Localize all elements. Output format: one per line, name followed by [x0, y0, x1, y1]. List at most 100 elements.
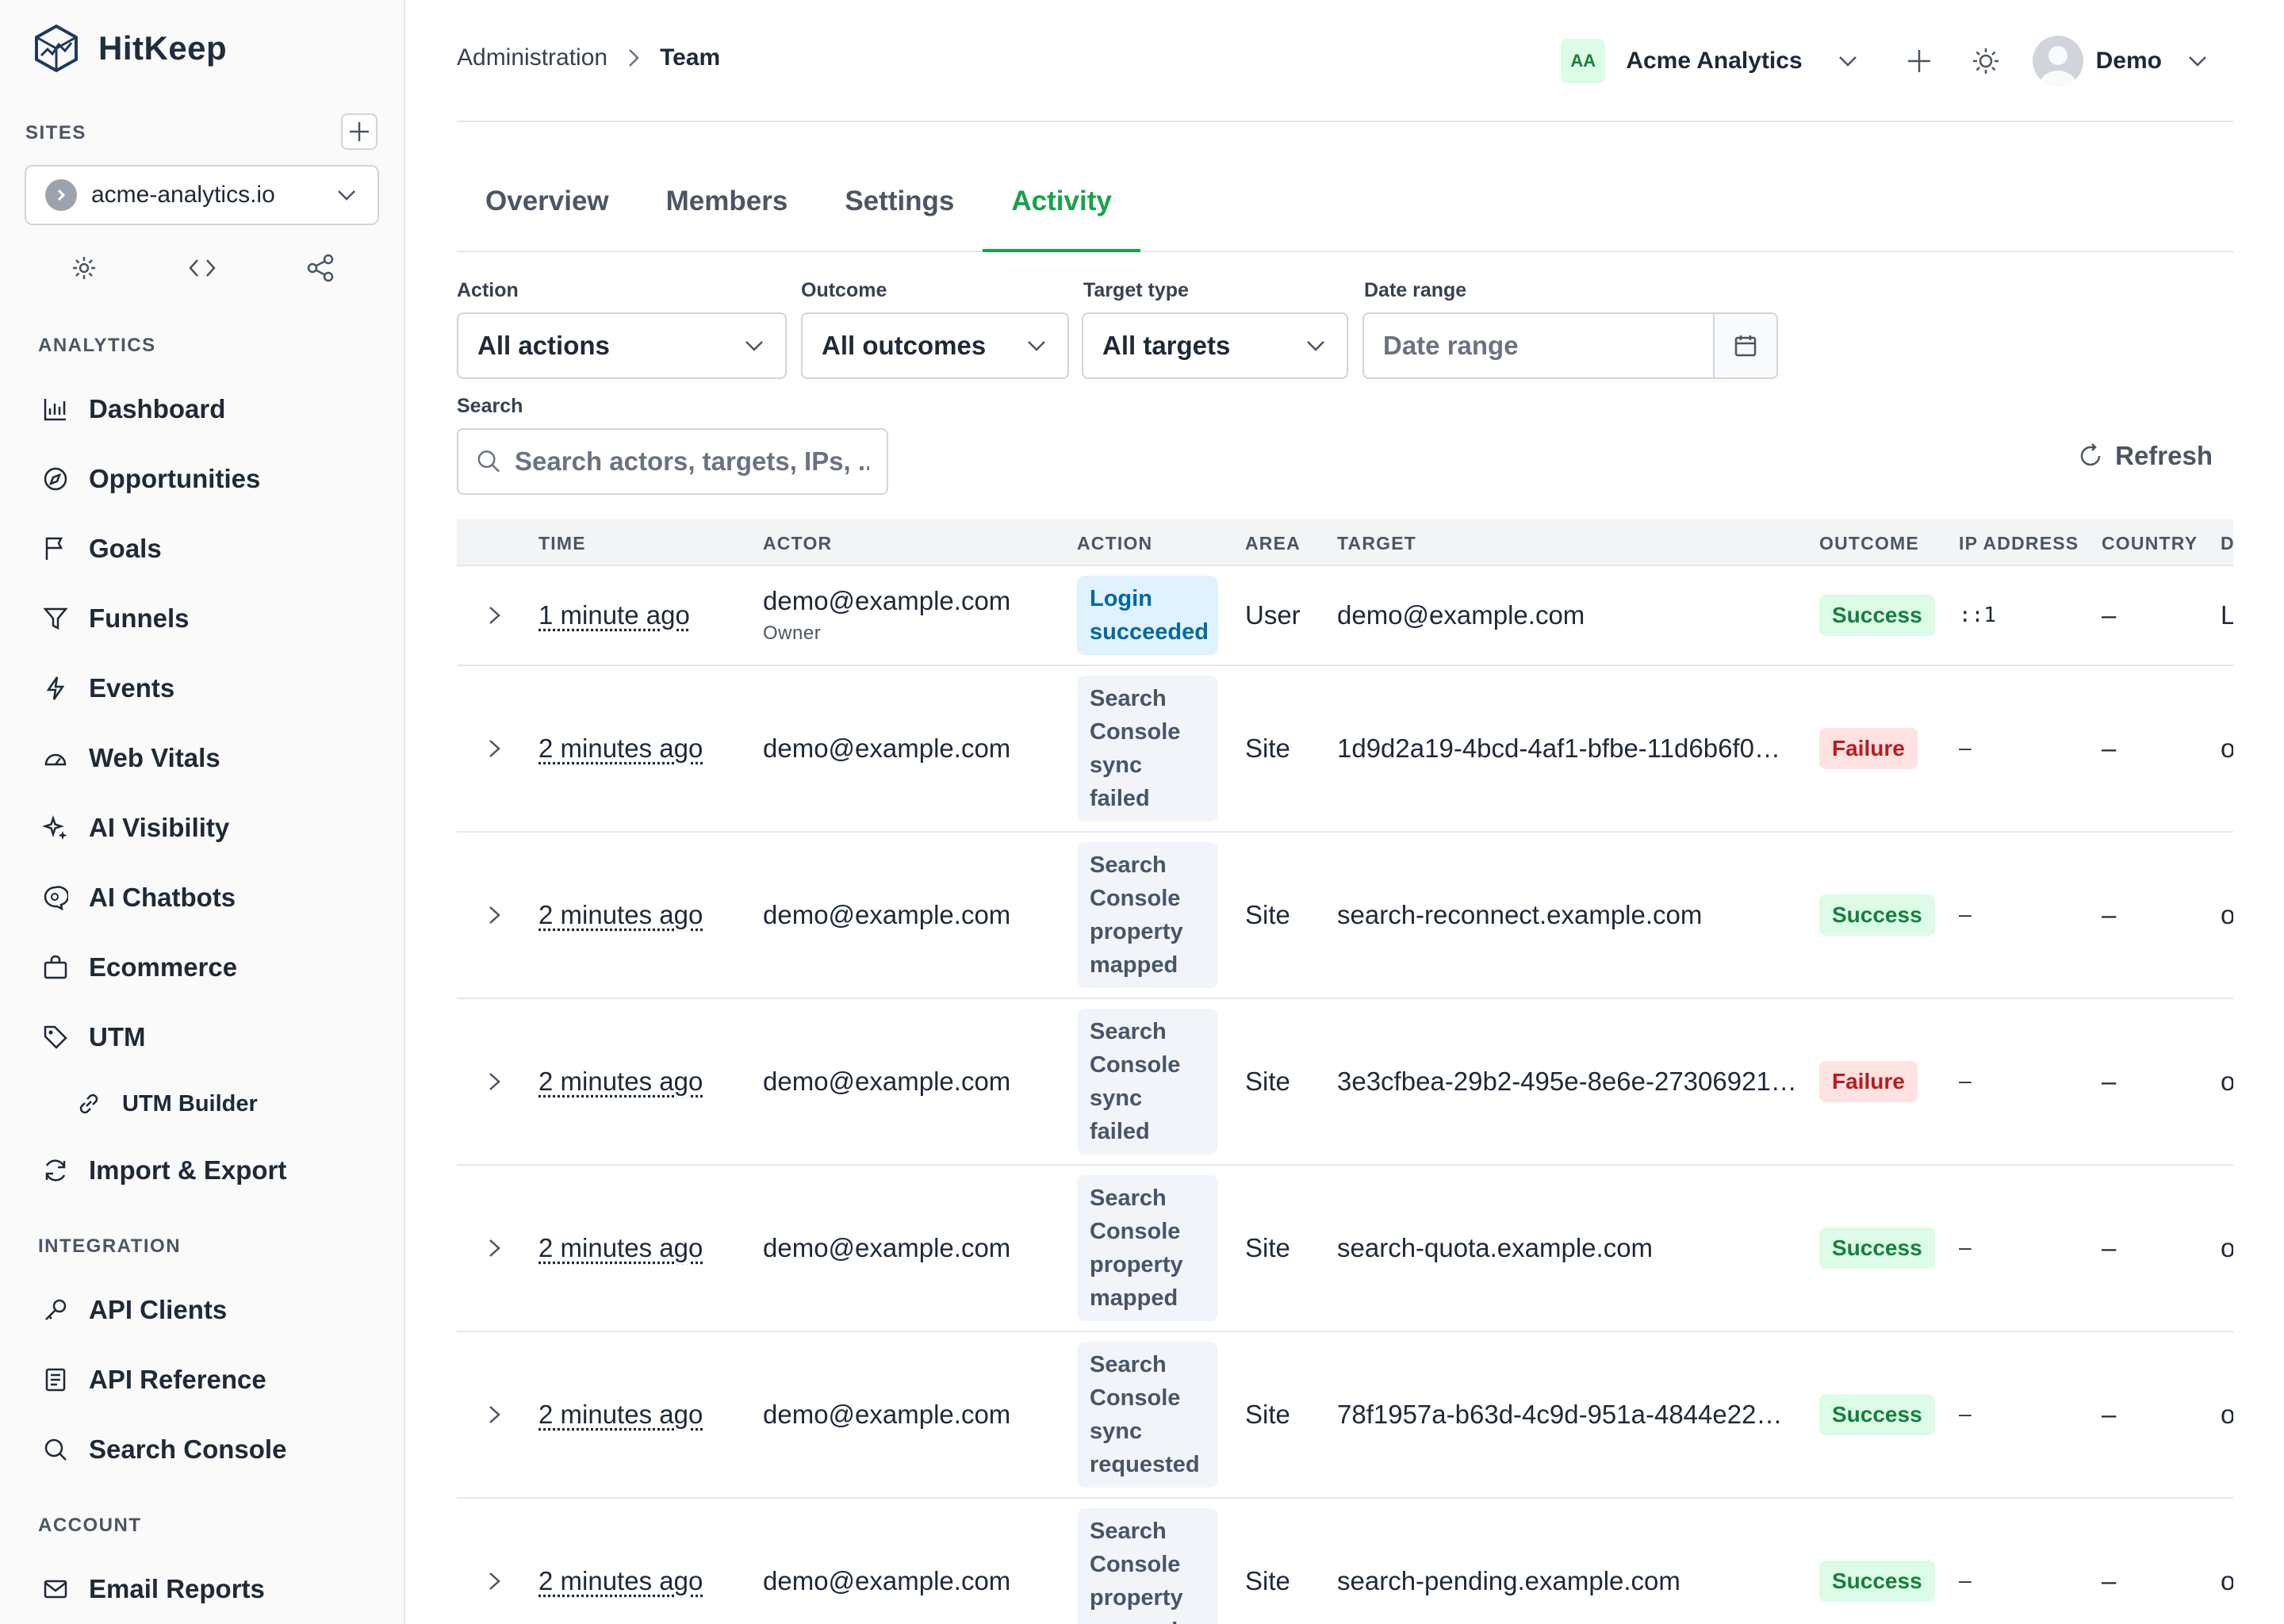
ip-address-cell: –: [1959, 1569, 1972, 1593]
plus-icon: [350, 122, 369, 141]
search-input[interactable]: [515, 446, 869, 477]
nav-ai-visibility[interactable]: AI Visibility: [41, 804, 229, 852]
nav-web-vitals[interactable]: Web Vitals: [41, 734, 220, 782]
column-header-actor[interactable]: ACTOR: [763, 533, 832, 554]
breadcrumb: Administration Team: [457, 44, 720, 71]
column-header-time[interactable]: TIME: [538, 533, 586, 554]
expand-row-chevron-right-icon[interactable]: [482, 1235, 508, 1261]
tab-members[interactable]: Members: [638, 167, 817, 251]
chevron-right-icon: [629, 49, 639, 67]
hitkeep-logo-icon: [35, 24, 78, 73]
column-header-area[interactable]: AREA: [1245, 533, 1301, 554]
time-cell[interactable]: 2 minutes ago: [538, 733, 703, 764]
expand-row-chevron-right-icon[interactable]: [482, 1069, 508, 1094]
breadcrumb-team: Team: [660, 44, 721, 71]
refresh-label: Refresh: [2115, 441, 2213, 470]
chat-search-icon: [41, 883, 70, 912]
nav-email-reports[interactable]: Email Reports: [41, 1565, 265, 1613]
actor-cell: demo@example.com: [763, 1400, 1010, 1430]
target-type-filter-value: All targets: [1102, 331, 1231, 360]
target-type-filter-label: Target type: [1083, 279, 1189, 301]
table-row[interactable]: 2 minutes ago demo@example.com Search Cons…: [457, 666, 2233, 833]
code-icon[interactable]: [185, 251, 220, 285]
user-name[interactable]: Demo: [2096, 48, 2162, 75]
outcome-badge: Success: [1819, 1228, 1935, 1269]
table-row[interactable]: 2 minutes ago demo@example.com Search Cons…: [457, 1332, 2233, 1499]
country-cell: –: [2102, 1566, 2117, 1595]
nav-ecommerce[interactable]: Ecommerce: [41, 944, 237, 991]
target-type-filter-select[interactable]: All targets: [1082, 312, 1348, 379]
time-cell[interactable]: 2 minutes ago: [538, 1233, 703, 1263]
theme-sun-icon[interactable]: [1968, 43, 2004, 79]
nav-opportunities[interactable]: Opportunities: [41, 455, 260, 503]
date-range-picker[interactable]: Date range: [1362, 312, 1778, 379]
nav-goals[interactable]: Goals: [41, 525, 162, 573]
breadcrumb-administration[interactable]: Administration: [457, 44, 607, 71]
table-row[interactable]: 1 minute ago demo@example.com Owner Login s…: [457, 566, 2233, 666]
table-row[interactable]: 2 minutes ago demo@example.com Search Cons…: [457, 1166, 2233, 1332]
table-row[interactable]: 2 minutes ago demo@example.com Search Cons…: [457, 833, 2233, 999]
expand-row-chevron-right-icon[interactable]: [482, 1568, 508, 1594]
search-field[interactable]: [457, 428, 888, 495]
column-header-ip-address[interactable]: IP ADDRESS: [1959, 533, 2079, 554]
date-range-input[interactable]: Date range: [1364, 314, 1713, 377]
expand-row-chevron-right-icon[interactable]: [482, 603, 508, 628]
table-row[interactable]: 2 minutes ago demo@example.com Search Cons…: [457, 1499, 2233, 1624]
nav-utm-builder[interactable]: UTM Builder: [75, 1080, 258, 1128]
tab-overview[interactable]: Overview: [457, 167, 638, 251]
site-selector[interactable]: acme-analytics.io: [25, 165, 379, 225]
refresh-button[interactable]: Refresh: [2077, 441, 2213, 471]
org-switcher-chevron-down-icon[interactable]: [1830, 43, 1866, 79]
column-header-action[interactable]: ACTION: [1077, 533, 1152, 554]
compass-icon: [41, 465, 70, 493]
expand-row-chevron-right-icon[interactable]: [482, 736, 508, 761]
device-cell: o: [2221, 1233, 2233, 1262]
action-filter-label: Action: [457, 279, 519, 301]
nav-api-reference[interactable]: API Reference: [41, 1356, 266, 1404]
org-name[interactable]: Acme Analytics: [1626, 48, 1802, 75]
column-header-country[interactable]: COUNTRY: [2102, 533, 2198, 554]
nav-label: API Clients: [89, 1295, 228, 1324]
share-icon[interactable]: [303, 251, 338, 285]
time-cell[interactable]: 2 minutes ago: [538, 1566, 703, 1596]
action-filter-select[interactable]: All actions: [457, 312, 787, 379]
user-menu-chevron-down-icon[interactable]: [2179, 43, 2216, 79]
tab-settings[interactable]: Settings: [816, 167, 983, 251]
add-site-button[interactable]: [341, 113, 377, 150]
actor-email: demo@example.com: [763, 1566, 1011, 1595]
nav-label: Dashboard: [89, 394, 226, 423]
add-plus-icon[interactable]: [1901, 43, 1937, 79]
nav-search-console[interactable]: Search Console: [41, 1426, 286, 1473]
chevron-down-icon: [1307, 341, 1324, 351]
column-header-outcome[interactable]: OUTCOME: [1819, 533, 1919, 554]
expand-row-chevron-right-icon[interactable]: [482, 902, 508, 928]
nav-utm[interactable]: UTM: [41, 1013, 145, 1061]
table-row[interactable]: 2 minutes ago demo@example.com Search Cons…: [457, 999, 2233, 1166]
outcome-filter-select[interactable]: All outcomes: [801, 312, 1069, 379]
expand-row-chevron-right-icon[interactable]: [482, 1402, 508, 1427]
site-settings-gear-icon[interactable]: [67, 251, 102, 285]
time-cell[interactable]: 1 minute ago: [538, 600, 690, 630]
nav-dashboard[interactable]: Dashboard: [41, 385, 225, 433]
actor-email: demo@example.com: [763, 900, 1011, 929]
actor-cell: demo@example.com: [763, 1067, 1010, 1097]
nav-import-export[interactable]: Import & Export: [41, 1147, 286, 1194]
calendar-icon[interactable]: [1713, 314, 1776, 377]
column-header-target[interactable]: TARGET: [1337, 533, 1416, 554]
action-chip: Search Console property mapped: [1077, 842, 1218, 988]
nav-api-clients[interactable]: API Clients: [41, 1286, 227, 1334]
time-cell[interactable]: 2 minutes ago: [538, 1067, 703, 1097]
time-cell[interactable]: 2 minutes ago: [538, 1400, 703, 1430]
area-cell: Site: [1245, 1400, 1290, 1429]
actor-email: demo@example.com: [763, 1067, 1011, 1096]
nav-ai-chatbots[interactable]: AI Chatbots: [41, 874, 236, 921]
user-avatar[interactable]: [2032, 36, 2083, 86]
tab-activity[interactable]: Activity: [983, 167, 1141, 252]
brand[interactable]: HitKeep: [33, 24, 227, 73]
time-cell[interactable]: 2 minutes ago: [538, 900, 703, 930]
nav-events[interactable]: Events: [41, 665, 174, 712]
country-cell: –: [2102, 1400, 2117, 1429]
nav-funnels[interactable]: Funnels: [41, 595, 190, 642]
column-header-device[interactable]: D: [2221, 533, 2233, 554]
device-cell: L: [2221, 600, 2233, 630]
